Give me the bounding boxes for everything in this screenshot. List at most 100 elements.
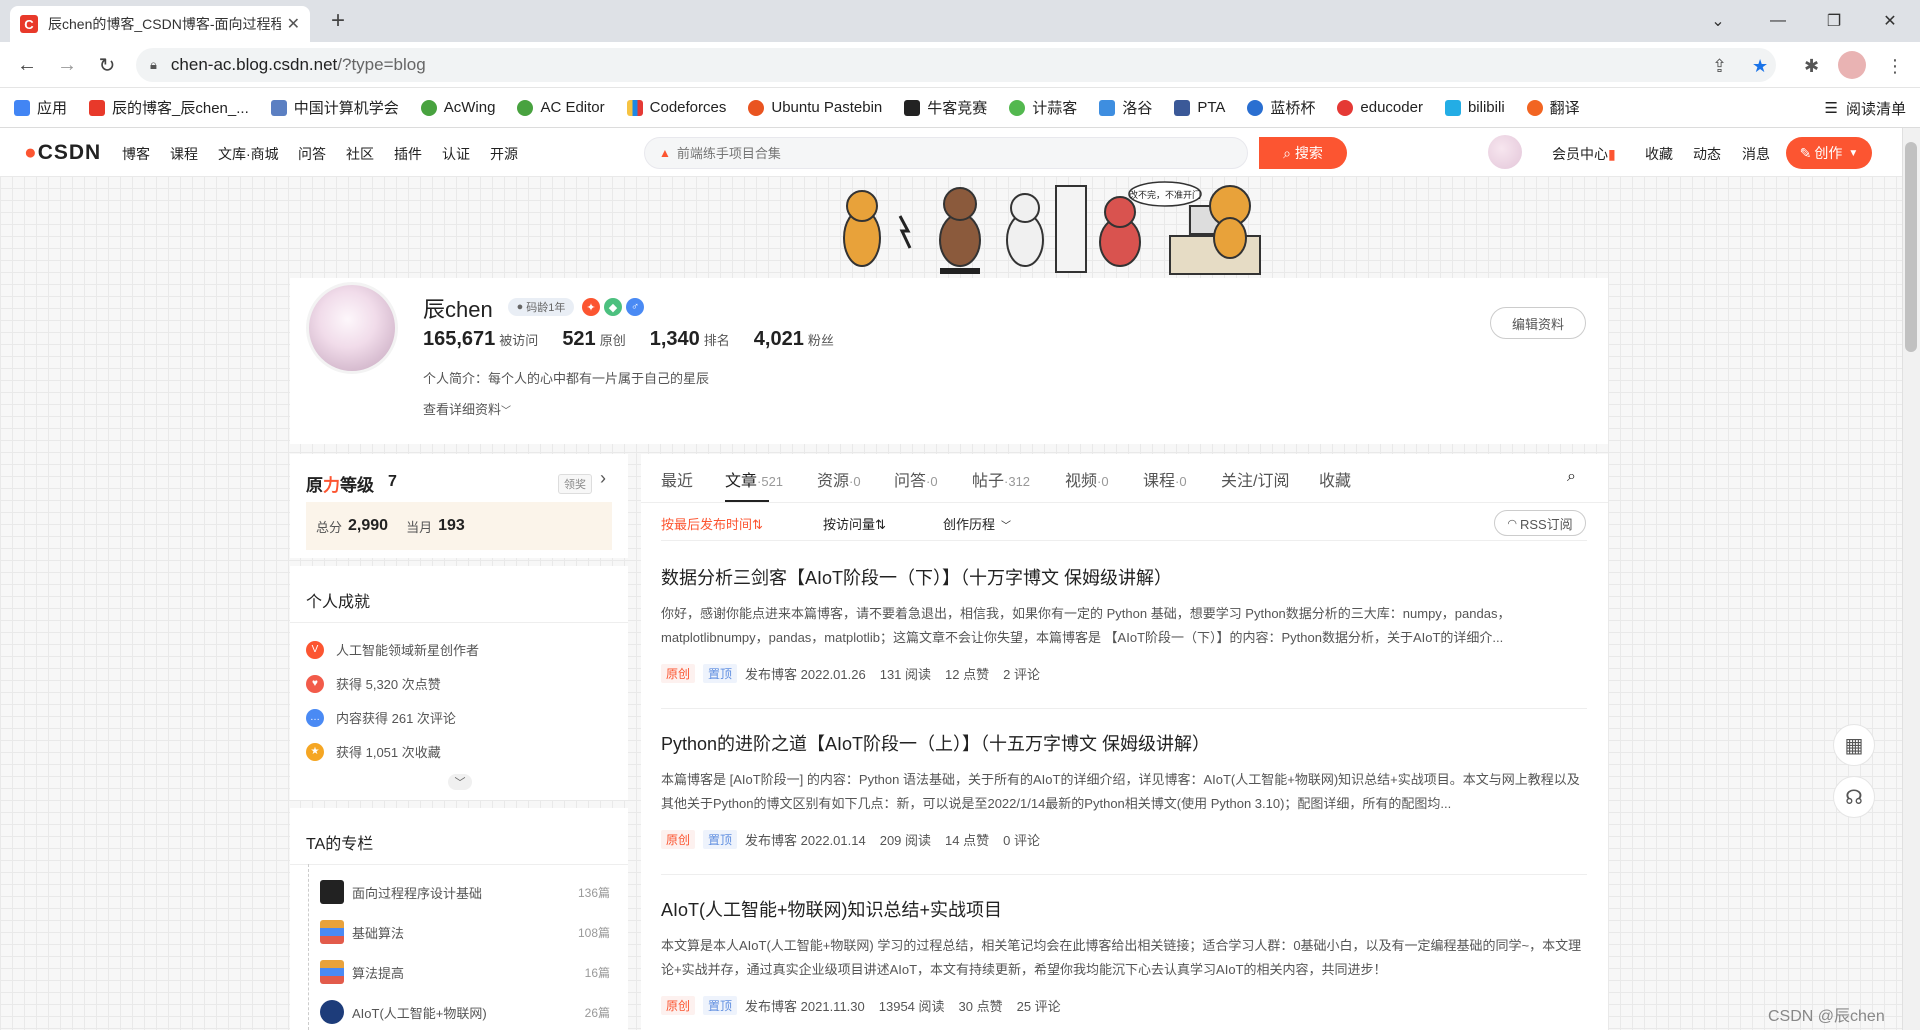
customer-service-icon[interactable]: ☊ (1833, 776, 1875, 818)
divider (290, 864, 628, 865)
qrcode-icon[interactable]: ▦ (1833, 724, 1875, 766)
tab-follow[interactable]: 关注/订阅 (1221, 467, 1289, 491)
tab-resources[interactable]: 资源·0 (817, 467, 861, 491)
pinned-tag: 置顶 (703, 830, 738, 849)
profile-avatar[interactable] (306, 282, 398, 374)
url-bar[interactable]: 🔒︎ chen-ac.blog.csdn.net/?type=blog (136, 48, 1776, 82)
comment-count: 25 评论 (1016, 999, 1061, 1014)
bookmark-item[interactable]: educoder (1337, 99, 1423, 116)
article-item[interactable]: 数据分析三剑客【AIoT阶段一（下）】（十万字博文 保姆级讲解） 你好，感谢你能… (661, 564, 1587, 683)
article-title[interactable]: AIoT(人工智能+物联网)知识总结+实战项目 (661, 896, 1587, 922)
nav-opensource[interactable]: 开源 (490, 144, 518, 164)
new-tab-button[interactable]: + (322, 6, 354, 36)
bookmark-apps[interactable]: 应用 (14, 97, 67, 118)
sort-by-views[interactable]: 按访问量⇅ (823, 514, 886, 533)
activity-link[interactable]: 动态 (1693, 144, 1721, 164)
scrollbar-thumb[interactable] (1905, 142, 1917, 352)
search-input[interactable] (676, 145, 1247, 161)
translate-icon (1526, 99, 1543, 116)
bookmark-item[interactable]: AC Editor (517, 99, 605, 116)
nav-plugin[interactable]: 插件 (394, 144, 422, 164)
rss-subscribe-button[interactable]: ◠ RSS订阅 (1494, 510, 1586, 536)
tab-courses[interactable]: 课程·0 (1143, 467, 1187, 491)
profile-stats: 165,671 被访问 521 原创 1,340 排名 4,021 粉丝 (423, 328, 858, 351)
claim-reward-link[interactable]: 领奖 (558, 474, 592, 494)
tab-posts[interactable]: 帖子·312 (972, 467, 1030, 491)
lock-icon[interactable]: 🔒︎ (150, 57, 157, 73)
back-icon[interactable]: ← (12, 50, 42, 80)
forward-icon[interactable]: → (52, 50, 82, 80)
restore-button[interactable]: ❐ (1812, 6, 1856, 36)
achievements-card: 个人成就 V 人工智能领域新星创作者 ♥ 获得 5,320 次点赞 … 内容获得 26… (290, 566, 628, 800)
ubuntu-icon (748, 99, 765, 116)
nav-blog[interactable]: 博客 (122, 144, 150, 164)
article-item[interactable]: AIoT(人工智能+物联网)知识总结+实战项目 本文算是本人AIoT(人工智能+… (661, 896, 1587, 1015)
close-window-button[interactable]: ✕ (1868, 6, 1912, 36)
edit-profile-button[interactable]: 编辑资料 (1490, 307, 1586, 339)
nav-cert[interactable]: 认证 (442, 144, 470, 164)
pta-icon (1174, 99, 1191, 116)
tab-recent[interactable]: 最近 (661, 467, 693, 491)
nav-course[interactable]: 课程 (170, 144, 198, 164)
column-item[interactable]: 算法提高 16篇 (320, 960, 610, 984)
menu-icon[interactable]: ⋮ (1886, 56, 1904, 77)
chevron-right-icon[interactable]: › (600, 468, 606, 489)
expand-achievements-icon[interactable]: ﹀ (448, 774, 472, 790)
close-tab-icon[interactable]: ✕ (287, 14, 300, 34)
tab-articles[interactable]: 文章·521 (725, 467, 783, 491)
sort-by-time[interactable]: 按最后发布时间⇅ (661, 514, 763, 533)
column-item[interactable]: AIoT(人工智能+物联网) 26篇 (320, 1000, 610, 1024)
search-icon[interactable]: ⌕ (1567, 468, 1576, 486)
tab-favorites[interactable]: 收藏 (1319, 467, 1351, 491)
original-tag: 原创 (661, 830, 696, 849)
share-icon[interactable]: ⇪ (1712, 56, 1727, 77)
article-title[interactable]: 数据分析三剑客【AIoT阶段一（下）】（十万字博文 保姆级讲解） (661, 564, 1587, 590)
bookmark-item[interactable]: 牛客竞赛 (904, 97, 987, 118)
create-button[interactable]: ✎ 创作 ▼ (1786, 137, 1872, 169)
bookmark-item[interactable]: 洛谷 (1099, 97, 1152, 118)
profile-avatar[interactable] (1838, 51, 1866, 79)
tab-search-icon[interactable]: ⌄ (1696, 6, 1740, 36)
bookmark-item[interactable]: AcWing (420, 99, 495, 116)
csdn-logo[interactable]: ●CSDN (24, 141, 101, 165)
minimize-button[interactable]: — (1756, 6, 1800, 36)
messages-link[interactable]: 消息 (1742, 144, 1770, 164)
nav-library[interactable]: 文库·商城 (218, 144, 279, 164)
level-score-box: 总分 2,990 当月 193 (306, 502, 612, 550)
reading-list-button[interactable]: ☰ 阅读清单 (1825, 88, 1906, 128)
article-item[interactable]: Python的进阶之道【AIoT阶段一（上）】（十五万字博文 保姆级讲解） 本篇… (661, 730, 1587, 849)
nav-qa[interactable]: 问答 (298, 144, 326, 164)
bookmark-item[interactable]: 翻译 (1526, 97, 1580, 118)
column-item[interactable]: 基础算法 108篇 (320, 920, 610, 944)
creation-history-dropdown[interactable]: 创作历程 ﹀ (943, 514, 1011, 533)
tab-videos[interactable]: 视频·0 (1065, 467, 1109, 491)
creator-badge-icon: ✦ (582, 298, 600, 316)
educoder-icon (1337, 99, 1354, 116)
extensions-icon[interactable]: ✱ (1804, 56, 1819, 77)
search-button[interactable]: ⌕ 搜索 (1259, 137, 1347, 169)
bookmark-item[interactable]: bilibili (1444, 99, 1505, 116)
browser-tab[interactable]: C 辰chen的博客_CSDN博客-面向过程程序设计基础,基础算法,算法提高领域… (10, 6, 310, 42)
user-avatar[interactable] (1488, 135, 1522, 169)
bookmark-item[interactable]: 计蒜客 (1009, 97, 1077, 118)
column-item[interactable]: 面向过程程序设计基础 136篇 (320, 880, 610, 904)
month-value: 193 (438, 517, 465, 534)
view-detail-link[interactable]: 查看详细资料﹀ (423, 399, 511, 418)
nav-community[interactable]: 社区 (346, 144, 374, 164)
bookmark-item[interactable]: 蓝桥杯 (1247, 97, 1315, 118)
reload-icon[interactable]: ↻ (92, 50, 122, 80)
expert-badge-icon: ◆ (604, 298, 622, 316)
csdn-toolbar: ●CSDN 博客 课程 文库·商城 问答 社区 插件 认证 开源 ▲ ⌕搜索 会… (0, 128, 1920, 176)
bookmark-item[interactable]: PTA (1174, 99, 1225, 116)
cartoon-bear (939, 187, 981, 274)
tab-qa[interactable]: 问答·0 (894, 467, 938, 491)
bookmark-star-icon[interactable]: ★ (1752, 56, 1768, 77)
bookmark-item[interactable]: 辰的博客_辰chen_... (89, 97, 249, 118)
favorites-link[interactable]: 收藏 (1645, 144, 1673, 164)
bookmark-item[interactable]: Codeforces (626, 99, 726, 116)
bookmark-item[interactable]: 中国计算机学会 (270, 97, 399, 118)
level-number: 7 (388, 473, 397, 490)
vip-center-link[interactable]: 会员中心▮ (1552, 144, 1616, 164)
article-title[interactable]: Python的进阶之道【AIoT阶段一（上）】（十五万字博文 保姆级讲解） (661, 730, 1587, 756)
bookmark-item[interactable]: Ubuntu Pastebin (748, 99, 882, 116)
